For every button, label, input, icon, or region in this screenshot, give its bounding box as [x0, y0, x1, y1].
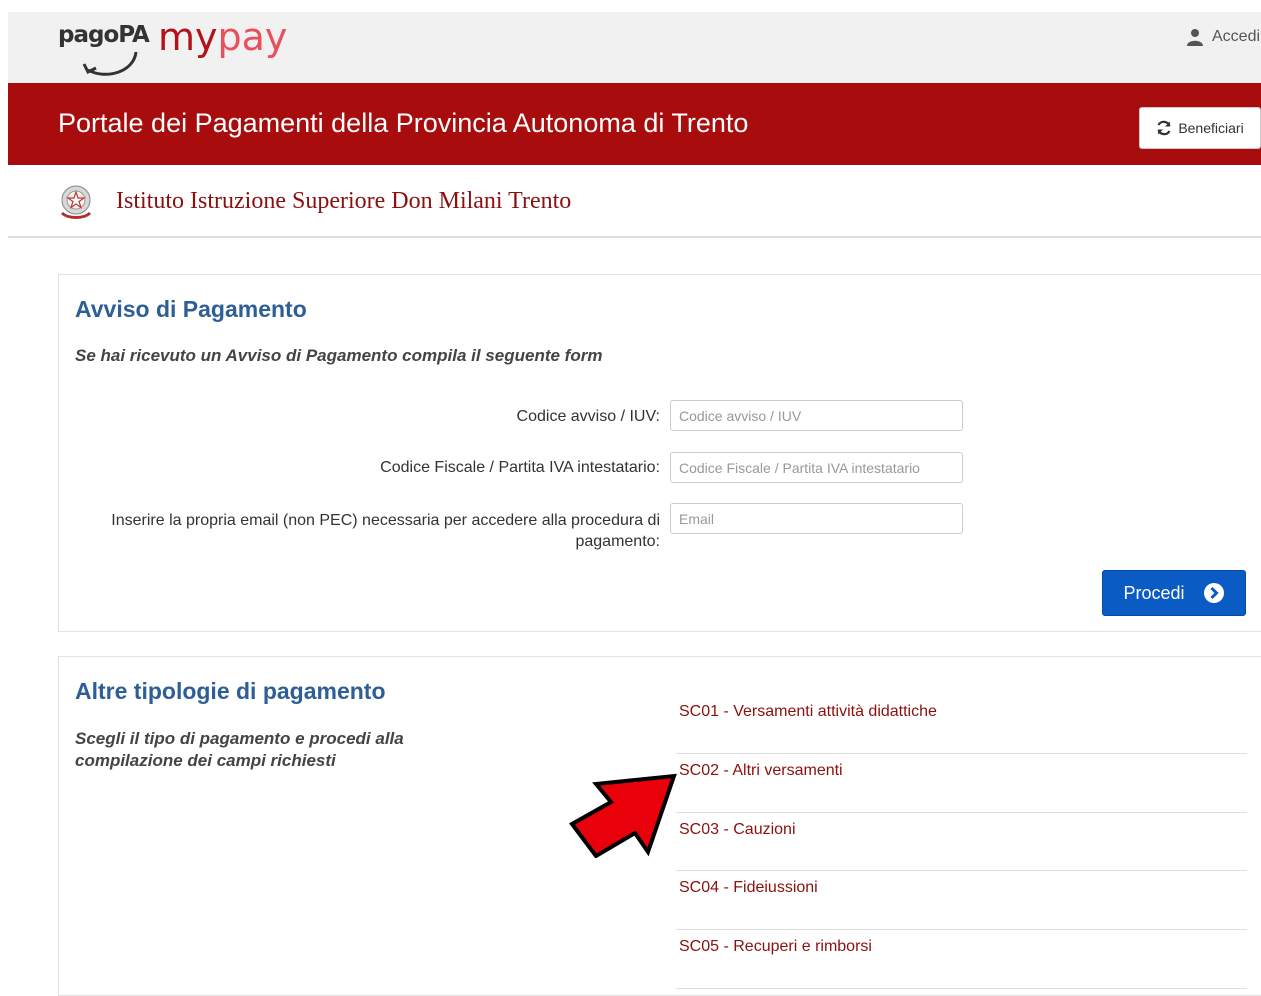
payment-type-link-sc05[interactable]: SC05 - Recuperi e rimborsi: [679, 938, 872, 956]
list-item: SC01 - Versamenti attività didattiche: [676, 695, 1247, 754]
login-label: Accedi: [1212, 28, 1261, 45]
beneficiari-label: Beneficiari: [1178, 120, 1244, 136]
procedi-label: Procedi: [1123, 582, 1185, 603]
altre-subtitle: Scegli il tipo di pagamento e procedi al…: [75, 729, 404, 770]
pagopa-logo-arc-icon: [82, 51, 138, 76]
altre-title: Altre tipologie di pagamento: [75, 678, 386, 704]
codice-fiscale-input[interactable]: [670, 452, 963, 483]
avviso-title: Avviso di Pagamento: [75, 296, 307, 322]
avviso-panel: Avviso di Pagamento Se hai ricevuto un A…: [58, 274, 1261, 632]
iuv-label: Codice avviso / IUV:: [516, 408, 660, 425]
mypay-logo-my: my: [158, 15, 218, 59]
portal-title: Portale dei Pagamenti della Provincia Au…: [58, 108, 749, 138]
list-item: SC04 - Fideiussioni: [676, 871, 1247, 931]
annotation-arrow-icon: [569, 773, 677, 858]
payment-type-link-sc01[interactable]: SC01 - Versamenti attività didattiche: [679, 703, 937, 721]
payment-type-link-sc03[interactable]: SC03 - Cauzioni: [679, 821, 796, 839]
institution-name: Istituto Istruzione Superiore Don Milani…: [116, 188, 572, 214]
portal-header: Portale dei Pagamenti della Provincia Au…: [8, 83, 1261, 165]
mypay-logo-pay: pay: [217, 15, 288, 59]
procedi-button[interactable]: Procedi: [1102, 570, 1246, 616]
institution-header: Istituto Istruzione Superiore Don Milani…: [8, 165, 1261, 238]
payment-type-list: SC01 - Versamenti attività didattiche SC…: [676, 695, 1247, 989]
iuv-input[interactable]: [670, 400, 963, 431]
list-item: SC03 - Cauzioni: [676, 813, 1247, 872]
payment-type-link-sc02[interactable]: SC02 - Altri versamenti: [679, 762, 843, 780]
payment-type-link-sc04[interactable]: SC04 - Fideiussioni: [679, 879, 818, 897]
list-item: SC02 - Altri versamenti: [676, 754, 1247, 813]
email-label: Inserire la propria email (non PEC) nece…: [111, 512, 660, 550]
login-link[interactable]: Accedi: [1186, 28, 1260, 46]
refresh-icon: [1157, 120, 1171, 136]
user-icon: [1187, 29, 1203, 46]
top-bar: pagoPA mypay Accedi: [8, 12, 1261, 83]
mypay-logo[interactable]: mypay: [158, 13, 287, 61]
email-input[interactable]: [670, 503, 963, 534]
codice-fiscale-label: Codice Fiscale / Partita IVA intestatari…: [380, 459, 660, 476]
list-item: SC05 - Recuperi e rimborsi: [676, 930, 1247, 989]
pagopa-logo[interactable]: pagoPA: [58, 22, 150, 48]
italian-republic-emblem-icon: [60, 185, 92, 219]
beneficiari-button[interactable]: Beneficiari: [1139, 107, 1261, 149]
avviso-subtitle: Se hai ricevuto un Avviso di Pagamento c…: [75, 346, 603, 365]
chevron-right-circle-icon: [1203, 583, 1224, 603]
